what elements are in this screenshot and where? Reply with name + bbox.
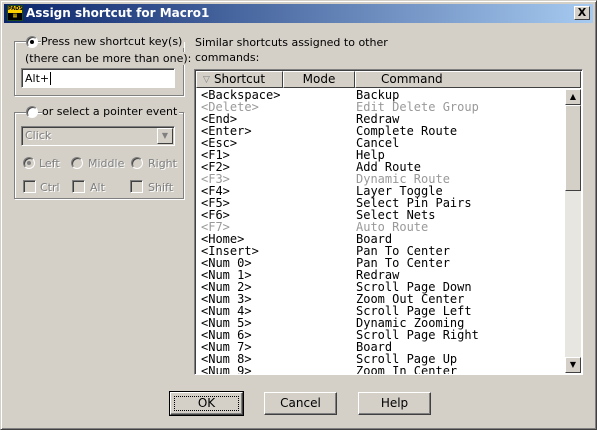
mouse-right-radio[interactable] <box>131 157 143 169</box>
shortcut-key-radio-label[interactable]: Press new shortcut key(s) <box>41 35 185 48</box>
title-bar[interactable]: PADS ▦ Assign shortcut for Macro1 X <box>4 4 593 23</box>
shift-checkbox[interactable] <box>130 180 143 193</box>
column-header-command-label: Command <box>381 72 443 86</box>
pointer-event-value: Click <box>25 129 52 142</box>
pointer-event-radio-label[interactable]: or select a pointer event <box>42 105 180 118</box>
mouse-middle-label: Middle <box>88 157 125 170</box>
mouse-left-label: Left <box>39 157 60 170</box>
mouse-left-radio[interactable] <box>23 157 35 169</box>
mouse-middle-radio[interactable] <box>71 157 83 169</box>
similar-shortcuts-list[interactable]: ▽ Shortcut Mode Command <Backspace> Backu… <box>194 69 583 375</box>
column-header-command[interactable]: Command <box>355 71 581 88</box>
close-icon: X <box>577 6 587 19</box>
alt-checkbox[interactable] <box>72 180 85 193</box>
shortcut-cell: <Num 9> <box>201 364 252 375</box>
scrollbar-thumb[interactable] <box>565 105 581 191</box>
ctrl-label: Ctrl <box>40 181 60 194</box>
sort-arrow-icon: ▽ <box>203 75 210 85</box>
chevron-down-icon[interactable]: ▼ <box>157 128 173 144</box>
pointer-event-select[interactable]: Click ▼ <box>21 126 175 146</box>
shortcut-key-radio[interactable] <box>26 36 38 48</box>
column-header-mode[interactable]: Mode <box>283 71 355 88</box>
shortcut-key-input[interactable]: Alt+ <box>21 68 175 88</box>
shortcut-hint-label: (there can be more than one): <box>25 52 192 65</box>
column-header-mode-label: Mode <box>302 72 336 86</box>
similar-shortcuts-label-line1: Similar shortcuts assigned to other <box>195 36 388 49</box>
list-rows: <Backspace> Backup <Delete> Edit Delete Gro… <box>196 89 566 375</box>
ctrl-checkbox[interactable] <box>23 180 36 193</box>
column-header-shortcut-label: Shortcut <box>213 72 266 86</box>
assign-shortcut-dialog: PADS ▦ Assign shortcut for Macro1 X Press… <box>0 0 597 430</box>
cancel-button[interactable]: Cancel <box>264 392 337 415</box>
mouse-right-label: Right <box>148 157 177 170</box>
window-title: Assign shortcut for Macro1 <box>26 6 210 20</box>
shift-label: Shift <box>148 181 174 194</box>
alt-label: Alt <box>90 181 105 194</box>
close-button[interactable]: X <box>574 6 590 20</box>
help-button[interactable]: Help <box>358 392 431 415</box>
scroll-down-icon[interactable]: ▼ <box>565 357 581 373</box>
shortcut-key-value: Alt+ <box>25 72 50 85</box>
vertical-scrollbar[interactable]: ▲ ▼ <box>565 89 581 373</box>
pads-app-icon: PADS ▦ <box>7 5 23 21</box>
pointer-event-radio[interactable] <box>26 106 38 118</box>
command-cell: Zoom In Center <box>356 364 458 375</box>
column-header-shortcut[interactable]: ▽ Shortcut <box>196 71 283 88</box>
similar-shortcuts-label-line2: commands: <box>195 51 260 64</box>
list-header: ▽ Shortcut Mode Command <box>196 71 581 88</box>
ok-button[interactable]: OK <box>169 391 244 416</box>
list-item[interactable]: <Num 9> Zoom In Center <box>196 364 566 375</box>
scroll-up-icon[interactable]: ▲ <box>565 89 581 105</box>
